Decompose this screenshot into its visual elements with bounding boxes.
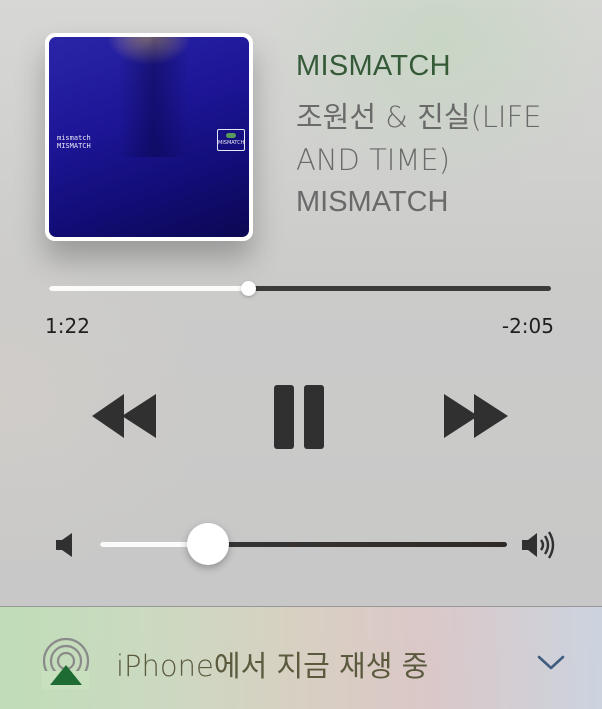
album-art-text: mismatch MISMATCH bbox=[57, 134, 91, 150]
artist-name: 조원선 & 진실(LIFE AND TIME) bbox=[296, 100, 542, 177]
remaining-time: -2:05 bbox=[501, 314, 554, 338]
rewind-icon bbox=[92, 394, 156, 438]
album-art-text-line1: mismatch bbox=[57, 134, 91, 142]
pause-icon bbox=[274, 385, 324, 449]
album-art-collar bbox=[119, 37, 189, 157]
album-art-logo: MISMATCH bbox=[217, 129, 245, 151]
volume-knob[interactable] bbox=[186, 523, 229, 565]
fast-forward-icon bbox=[444, 394, 508, 438]
album-name: MISMATCH bbox=[296, 186, 449, 218]
elapsed-time: 1:22 bbox=[45, 314, 90, 338]
pause-button[interactable] bbox=[272, 384, 328, 450]
airplay-output-button[interactable]: iPhone에서 지금 재생 중 bbox=[0, 607, 602, 709]
album-art-image: mismatch MISMATCH MISMATCH bbox=[49, 37, 249, 237]
progress-scrubber[interactable] bbox=[49, 281, 551, 296]
rewind-button[interactable] bbox=[88, 392, 160, 440]
progress-knob[interactable] bbox=[240, 281, 256, 296]
volume-slider[interactable] bbox=[100, 523, 507, 565]
speaker-low-icon bbox=[56, 533, 72, 557]
now-playing-panel: mismatch MISMATCH MISMATCH MISMATCH 조원선 … bbox=[0, 0, 602, 709]
fast-forward-button[interactable] bbox=[440, 392, 512, 440]
airplay-icon bbox=[42, 637, 90, 689]
volume-min-button[interactable] bbox=[53, 530, 77, 560]
speaker-high-icon bbox=[522, 531, 555, 559]
chevron-down-icon[interactable] bbox=[536, 653, 566, 673]
volume-max-button[interactable] bbox=[520, 528, 560, 562]
song-title: MISMATCH bbox=[296, 50, 451, 82]
progress-played bbox=[49, 286, 249, 291]
album-artwork: mismatch MISMATCH MISMATCH bbox=[45, 33, 253, 241]
airplay-output-label: iPhone에서 지금 재생 중 bbox=[116, 649, 429, 683]
album-art-text-line2: MISMATCH bbox=[57, 142, 91, 150]
